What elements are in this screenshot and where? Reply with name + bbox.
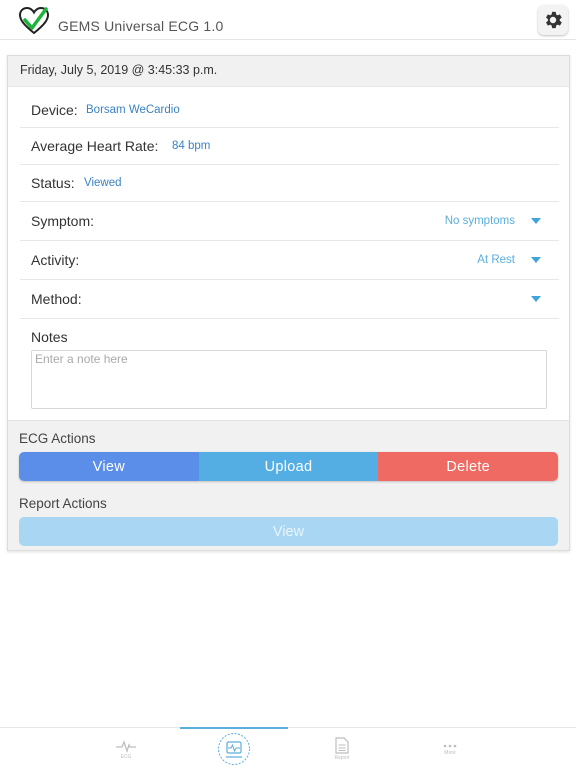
notes-input[interactable] — [31, 350, 547, 409]
chevron-down-icon — [531, 257, 541, 263]
activity-select[interactable]: Activity: At Rest — [20, 241, 559, 280]
record-date: Friday, July 5, 2019 @ 3:45:33 p.m. — [20, 63, 218, 77]
status-row: Status: Viewed — [20, 165, 559, 202]
tab-more-label: More — [444, 749, 456, 756]
gear-icon — [546, 11, 562, 29]
notes-label: Notes — [31, 329, 68, 345]
status-label: Status: — [31, 175, 75, 191]
more-icon — [443, 744, 457, 747]
report-view-button[interactable]: View — [19, 517, 558, 546]
ecg-upload-button[interactable]: Upload — [198, 452, 379, 481]
heart-rate-label: Average Heart Rate: — [31, 138, 159, 154]
ecg-actions-button-group: View Upload Delete — [19, 452, 558, 481]
status-value: Viewed — [84, 177, 122, 189]
device-row: Device: Borsam WeCardio — [20, 90, 559, 128]
pulse-icon — [116, 739, 136, 753]
record-icon — [218, 733, 250, 765]
symptom-select[interactable]: Symptom: No symptoms — [20, 202, 559, 241]
device-value: Borsam WeCardio — [86, 104, 180, 116]
active-tab-indicator — [180, 727, 288, 729]
tab-record[interactable] — [206, 730, 262, 768]
app-header: GEMS Universal ECG 1.0 — [0, 0, 576, 40]
report-actions-label: Report Actions — [19, 496, 107, 511]
device-label: Device: — [31, 102, 78, 118]
app-title: GEMS Universal ECG 1.0 — [58, 18, 224, 34]
record-date-bar: Friday, July 5, 2019 @ 3:45:33 p.m. — [8, 56, 569, 87]
heart-rate-row: Average Heart Rate: 84 bpm — [20, 128, 559, 165]
actions-section: ECG Actions View Upload Delete Report Ac… — [8, 420, 569, 550]
tab-more[interactable]: More — [426, 730, 474, 768]
document-icon — [335, 737, 349, 754]
ecg-delete-button[interactable]: Delete — [378, 452, 558, 481]
symptom-value: No symptoms — [444, 215, 515, 227]
ecg-actions-label: ECG Actions — [19, 431, 96, 446]
settings-button[interactable] — [538, 5, 568, 35]
method-label: Method: — [31, 291, 82, 307]
bottom-tab-bar: ECG Report More — [0, 727, 576, 768]
tab-ecg-label: ECG — [120, 753, 132, 760]
tab-ecg[interactable]: ECG — [90, 730, 162, 768]
symptom-label: Symptom: — [31, 213, 95, 229]
method-select[interactable]: Method: — [20, 280, 559, 319]
chevron-down-icon — [531, 218, 541, 224]
activity-value: At Rest — [477, 254, 515, 266]
tab-report[interactable]: Report — [318, 730, 366, 768]
tab-report-label: Report — [334, 755, 350, 761]
activity-label: Activity: — [31, 252, 80, 268]
heart-check-logo — [18, 6, 50, 36]
ecg-view-button[interactable]: View — [19, 452, 199, 481]
heart-rate-value: 84 bpm — [172, 140, 211, 152]
chevron-down-icon — [531, 296, 541, 302]
ecg-record-card: Friday, July 5, 2019 @ 3:45:33 p.m. Devi… — [7, 55, 570, 551]
